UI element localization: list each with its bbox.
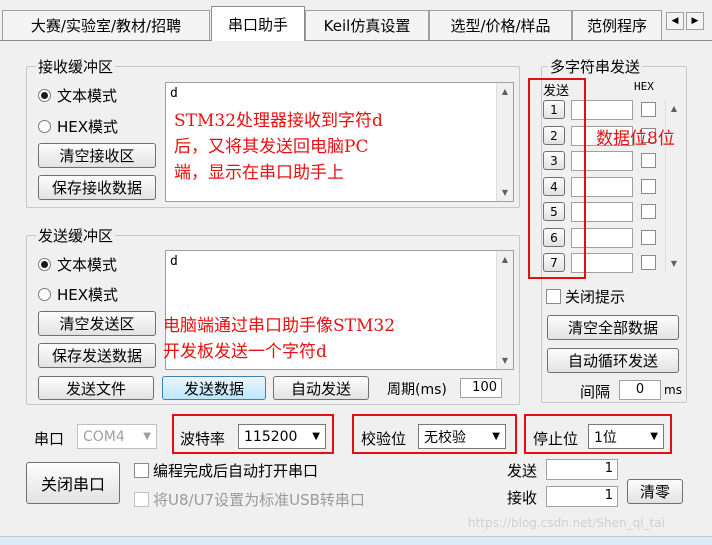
- stopbit-select[interactable]: 1位 ▼: [588, 424, 664, 449]
- radio-label: HEX模式: [57, 286, 119, 304]
- receive-content: d: [170, 86, 178, 101]
- scroll-up-icon: ▲: [501, 255, 509, 264]
- send-buffer-title: 发送缓冲区: [36, 225, 116, 246]
- annotation-line: 开发板发送一个字符d: [163, 342, 327, 362]
- receive-annotation: STM32处理器接收到字符d 后，又将其发送回电脑PC 端，显示在串口助手上: [174, 108, 383, 186]
- clear-send-button[interactable]: 清空发送区: [38, 311, 156, 336]
- scroll-up-icon: ▲: [670, 104, 678, 113]
- reset-count-button[interactable]: 清零: [627, 479, 683, 504]
- tab-serial-assistant[interactable]: 串口助手: [211, 6, 305, 41]
- multi-string-title: 多字符串发送: [548, 56, 643, 77]
- annotation-line: 后，又将其发送回电脑PC: [174, 137, 369, 157]
- port-select[interactable]: COM4 ▼: [77, 424, 157, 449]
- chevron-down-icon: ▼: [312, 431, 320, 442]
- interval-input[interactable]: 0: [619, 380, 661, 400]
- close-port-button[interactable]: 关闭串口: [26, 462, 120, 504]
- arrow-right-icon: ▶: [691, 16, 699, 26]
- usb-serial-checkbox[interactable]: 将U8/U7设置为标准USB转串口: [134, 489, 365, 510]
- radio-dot: [38, 258, 51, 271]
- checkbox-label: 将U8/U7设置为标准USB转串口: [153, 491, 365, 509]
- annotation-line: 端，显示在串口助手上: [174, 163, 344, 183]
- send-text-mode-radio[interactable]: 文本模式: [38, 254, 117, 275]
- tab-keil-settings[interactable]: Keil仿真设置: [305, 10, 429, 40]
- annotation-line: STM32处理器接收到字符d: [174, 111, 383, 131]
- checkbox-label: 关闭提示: [565, 288, 626, 306]
- data-bits-annotation: 数据位8位: [596, 129, 675, 149]
- checkbox-label: 编程完成后自动打开串口: [153, 462, 319, 480]
- send-content: d: [170, 254, 178, 269]
- recv-count-label: 接收: [507, 489, 538, 507]
- radio-dot: [38, 120, 51, 133]
- scroll-up-icon: ▲: [501, 87, 509, 96]
- tab-scroll-left-button[interactable]: ◀: [666, 12, 684, 30]
- receive-text-mode-radio[interactable]: 文本模式: [38, 85, 117, 106]
- baud-select[interactable]: 115200 ▼: [238, 424, 326, 449]
- clear-receive-button[interactable]: 清空接收区: [38, 143, 156, 168]
- select-value: COM4: [83, 428, 125, 445]
- receive-scrollbar[interactable]: ▲ ▼: [496, 83, 513, 201]
- checkbox-box: [134, 492, 149, 507]
- multi-hex-checkbox-4[interactable]: [641, 179, 656, 194]
- chevron-down-icon: ▼: [650, 431, 658, 442]
- scroll-down-icon: ▼: [501, 356, 509, 365]
- watermark-text: https://blog.csdn.net/Shen_qi_tai: [468, 516, 665, 530]
- checkbox-box: [546, 289, 561, 304]
- chevron-down-icon: ▼: [492, 431, 500, 442]
- interval-label: 间隔: [580, 383, 611, 401]
- radio-label: 文本模式: [57, 87, 118, 105]
- send-scrollbar[interactable]: ▲ ▼: [496, 251, 513, 369]
- multi-hex-column-header: HEX: [634, 80, 654, 93]
- select-value: 无校验: [424, 429, 466, 446]
- status-strip: [0, 536, 712, 545]
- close-tip-checkbox[interactable]: 关闭提示: [546, 286, 625, 307]
- send-annotation: 电脑端通过串口助手像STM32 开发板发送一个字符d: [163, 313, 395, 365]
- send-buttons-highlight-box: [528, 78, 586, 279]
- parity-label: 校验位: [361, 430, 407, 448]
- radio-dot: [38, 89, 51, 102]
- interval-unit: ms: [664, 383, 682, 397]
- recv-count-value: 1: [546, 486, 618, 507]
- radio-dot: [38, 288, 51, 301]
- receive-hex-mode-radio[interactable]: HEX模式: [38, 116, 118, 137]
- send-data-button[interactable]: 发送数据: [162, 376, 266, 400]
- save-receive-button[interactable]: 保存接收数据: [38, 175, 156, 200]
- radio-label: 文本模式: [57, 256, 118, 274]
- select-value: 1位: [594, 429, 617, 446]
- period-input[interactable]: 100: [460, 378, 502, 398]
- send-count-label: 发送: [507, 462, 538, 480]
- auto-loop-send-button[interactable]: 自动循环发送: [547, 348, 679, 373]
- annotation-line: 电脑端通过串口助手像STM32: [163, 316, 396, 336]
- tab-selection-price[interactable]: 选型/价格/样品: [429, 10, 572, 40]
- send-file-button[interactable]: 发送文件: [38, 376, 154, 400]
- save-send-button[interactable]: 保存发送数据: [38, 343, 156, 368]
- arrow-left-icon: ◀: [671, 16, 679, 26]
- auto-open-port-checkbox[interactable]: 编程完成后自动打开串口: [134, 460, 318, 481]
- port-label: 串口: [34, 430, 65, 448]
- multi-hex-checkbox-5[interactable]: [641, 204, 656, 219]
- radio-label: HEX模式: [57, 118, 119, 136]
- multi-hex-checkbox-6[interactable]: [641, 230, 656, 245]
- select-value: 115200: [244, 428, 298, 445]
- tab-sample-programs[interactable]: 范例程序: [572, 10, 662, 40]
- multi-hex-checkbox-3[interactable]: [641, 153, 656, 168]
- checkbox-box: [134, 463, 149, 478]
- send-hex-mode-radio[interactable]: HEX模式: [38, 284, 118, 305]
- tab-competition[interactable]: 大赛/实验室/教材/招聘: [2, 10, 210, 40]
- parity-select[interactable]: 无校验 ▼: [418, 424, 506, 449]
- scroll-down-icon: ▼: [501, 188, 509, 197]
- clear-all-data-button[interactable]: 清空全部数据: [547, 315, 679, 340]
- chevron-down-icon: ▼: [143, 431, 151, 442]
- send-count-value: 1: [546, 459, 618, 480]
- multi-hex-checkbox-1[interactable]: [641, 102, 656, 117]
- auto-send-button[interactable]: 自动发送: [273, 376, 369, 400]
- baud-label: 波特率: [180, 430, 226, 448]
- stopbit-label: 停止位: [533, 430, 579, 448]
- receive-buffer-title: 接收缓冲区: [36, 56, 116, 77]
- tab-scroll-right-button[interactable]: ▶: [686, 12, 704, 30]
- multi-hex-checkbox-7[interactable]: [641, 255, 656, 270]
- scroll-down-icon: ▼: [670, 259, 678, 268]
- tab-bar: 大赛/实验室/教材/招聘 串口助手 Keil仿真设置 选型/价格/样品 范例程序…: [0, 0, 712, 41]
- period-label: 周期(ms): [387, 382, 447, 398]
